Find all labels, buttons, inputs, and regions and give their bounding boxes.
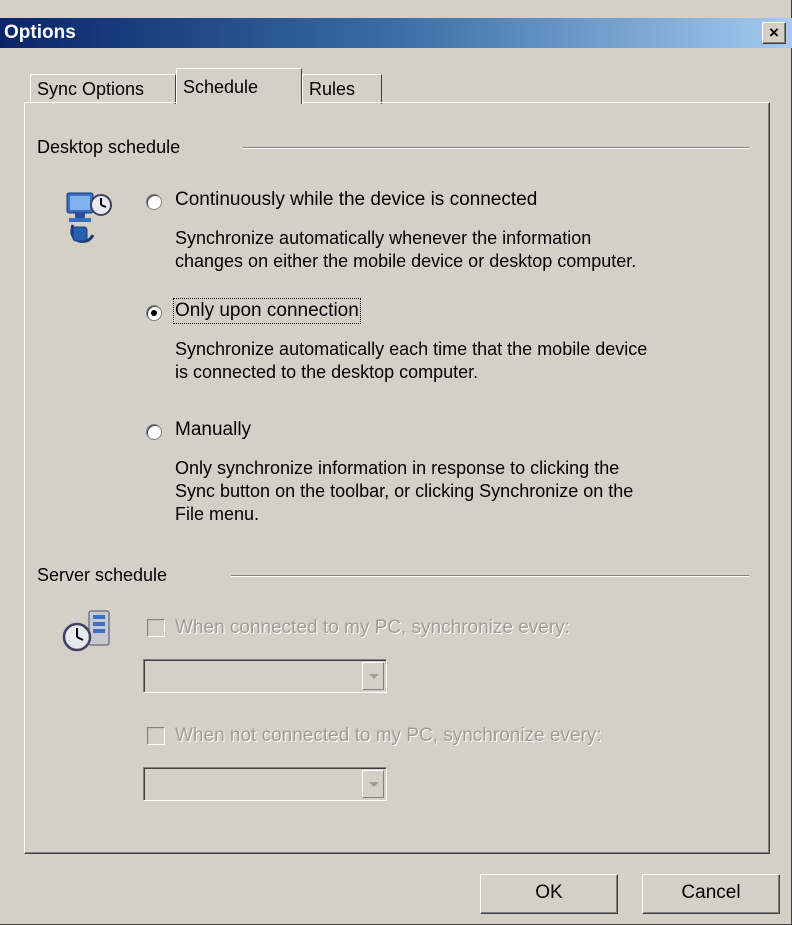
cancel-button[interactable]: Cancel [642, 874, 780, 914]
server-group-line [231, 575, 749, 577]
tab-rules[interactable]: Rules [302, 74, 382, 104]
manually-label[interactable]: Manually [175, 419, 251, 441]
tab-schedule[interactable]: Schedule [176, 68, 302, 104]
continuously-desc-line-1: Synchronize automatically whenever the i… [175, 228, 592, 248]
only-upon-connection-radio[interactable] [146, 305, 162, 321]
tab-sync-options-label: Sync Options [37, 79, 145, 99]
server-sync-icon [62, 610, 110, 652]
tab-rules-label: Rules [309, 79, 356, 99]
schedule-tab-panel: Desktop schedule Continuously while the … [24, 102, 770, 854]
only-upon-connection-description: Synchronize automatically each time that… [175, 338, 647, 384]
tab-sync-options[interactable]: Sync Options [30, 74, 176, 104]
only-upon-connection-desc-line-1: Synchronize automatically each time that… [175, 339, 648, 359]
when-connected-checkbox[interactable] [147, 619, 165, 637]
only-upon-connection-label[interactable]: Only upon connection [173, 298, 361, 324]
manually-radio[interactable] [146, 424, 162, 440]
chevron-down-icon[interactable] [362, 770, 384, 798]
ok-button[interactable]: OK [480, 874, 618, 914]
title-bar[interactable]: Options × [0, 18, 792, 48]
continuously-label[interactable]: Continuously while the device is connect… [175, 189, 537, 211]
continuously-radio[interactable] [146, 194, 162, 210]
manually-description: Only synchronize information in response… [175, 457, 633, 526]
only-upon-connection-desc-line-2: is connected to the desktop computer. [175, 362, 479, 382]
manually-desc-line-1: Only synchronize information in response… [175, 458, 620, 478]
close-icon: × [769, 23, 779, 42]
desktop-schedule-label: Desktop schedule [37, 137, 187, 158]
when-connected-label: When connected to my PC, synchronize eve… [175, 617, 570, 638]
when-connected-interval-dropdown[interactable] [143, 659, 387, 693]
server-schedule-label: Server schedule [37, 565, 174, 586]
cancel-button-label: Cancel [681, 882, 741, 903]
manually-desc-line-3: File menu. [175, 504, 260, 524]
when-not-connected-interval-dropdown[interactable] [143, 767, 387, 801]
continuously-desc-line-2: changes on either the mobile device or d… [175, 251, 637, 271]
ok-button-label: OK [535, 882, 563, 903]
when-not-connected-checkbox[interactable] [147, 727, 165, 745]
tab-schedule-label: Schedule [183, 77, 259, 97]
when-not-connected-label: When not connected to my PC, synchronize… [175, 725, 602, 746]
close-button[interactable]: × [762, 22, 786, 44]
desktop-sync-icon [66, 192, 112, 243]
chevron-down-icon[interactable] [362, 662, 384, 690]
desktop-group-line [243, 147, 749, 149]
options-dialog: Options × Sync Options Schedule Rules De… [0, 0, 792, 925]
continuously-description: Synchronize automatically whenever the i… [175, 227, 636, 273]
window-title: Options [4, 22, 76, 43]
manually-desc-line-2: Sync button on the toolbar, or clicking … [175, 481, 634, 501]
